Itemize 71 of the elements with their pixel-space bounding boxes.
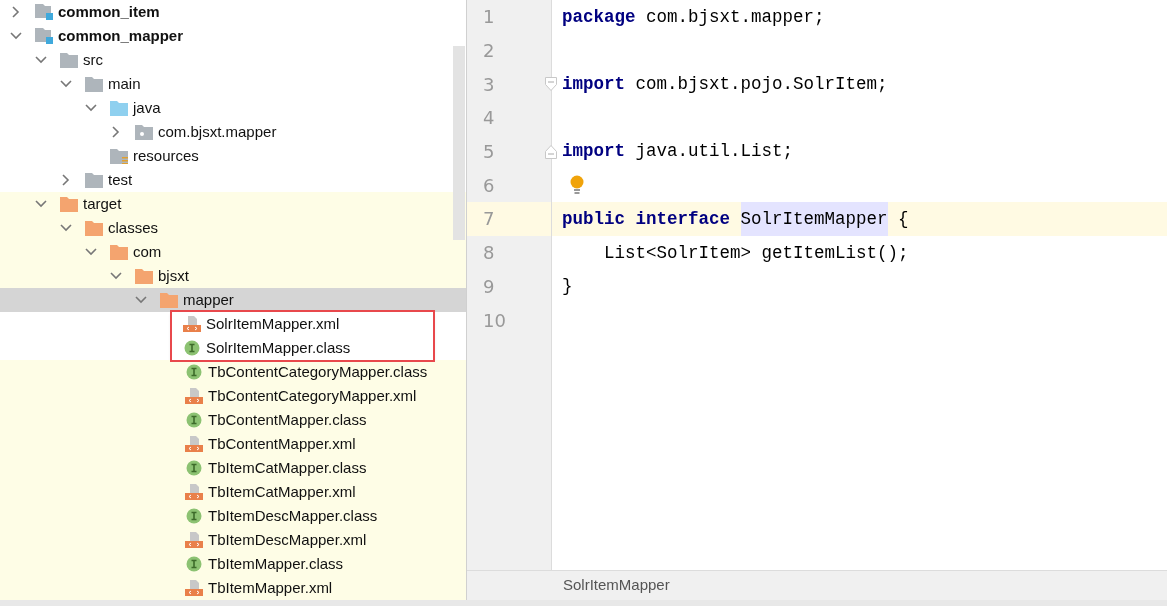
tree-item[interactable]: bjsxt — [0, 264, 466, 288]
interface-icon — [185, 508, 203, 524]
tree-item[interactable]: common_mapper — [0, 24, 466, 48]
tree-item[interactable]: resources — [0, 144, 466, 168]
line-number: 4 — [483, 106, 495, 131]
tree-item[interactable]: TbItemMapper.xml — [0, 576, 466, 600]
fold-marker-icon[interactable] — [545, 144, 557, 159]
xml-file-icon — [185, 436, 203, 452]
interface-icon — [183, 340, 201, 356]
folder-icon — [135, 268, 153, 284]
tree-item[interactable]: common_item — [0, 0, 466, 24]
tree-item[interactable]: target — [0, 192, 466, 216]
tree-item[interactable]: test — [0, 168, 466, 192]
fold-marker-icon[interactable] — [545, 77, 557, 92]
line-number: 7 — [483, 207, 495, 232]
code-line: package com.bjsxt.mapper; — [561, 5, 825, 29]
folder-icon — [85, 172, 103, 188]
line-number: 9 — [483, 274, 495, 299]
code-line: import com.bjsxt.pojo.SolrItem; — [561, 73, 888, 97]
xml-file-icon — [183, 316, 201, 332]
line-number: 2 — [483, 39, 495, 64]
line-number: 5 — [483, 140, 495, 165]
tree-item[interactable]: TbItemMapper.class — [0, 552, 466, 576]
tree-item[interactable]: com.bjsxt.mapper — [0, 120, 466, 144]
line-number: 3 — [483, 72, 495, 97]
folder-icon — [110, 244, 128, 260]
line-number: 10 — [483, 308, 506, 333]
xml-file-icon — [185, 580, 203, 596]
tree-item[interactable]: TbItemCatMapper.xml — [0, 480, 466, 504]
tree-item[interactable]: TbItemCatMapper.class — [0, 456, 466, 480]
folder-icon — [60, 52, 78, 68]
folder-icon — [110, 100, 128, 116]
tree-item[interactable]: SolrItemMapper.xml — [172, 312, 433, 336]
tree-item[interactable]: TbItemDescMapper.xml — [0, 528, 466, 552]
folder-icon — [85, 220, 103, 236]
line-number: 6 — [483, 173, 495, 198]
interface-icon — [185, 364, 203, 380]
tree-item[interactable]: TbContentCategoryMapper.xml — [0, 384, 466, 408]
module-folder-icon — [35, 28, 53, 44]
folder-icon — [85, 76, 103, 92]
tree-item[interactable]: classes — [0, 216, 466, 240]
breadcrumb[interactable]: SolrItemMapper — [467, 570, 1167, 600]
module-folder-icon — [35, 4, 53, 20]
tree-item[interactable]: main — [0, 72, 466, 96]
xml-file-icon — [185, 388, 203, 404]
folder-icon — [60, 196, 78, 212]
xml-file-icon — [185, 532, 203, 548]
scroll-thumb[interactable] — [453, 46, 465, 240]
tree-item[interactable]: com — [0, 240, 466, 264]
interface-icon — [185, 460, 203, 476]
code-line: } — [561, 275, 573, 299]
package-folder-icon — [135, 124, 153, 140]
tree-item[interactable]: java — [0, 96, 466, 120]
interface-icon — [185, 556, 203, 572]
line-number: 1 — [483, 5, 495, 30]
tree-item[interactable]: TbItemDescMapper.class — [0, 504, 466, 528]
tree-item[interactable]: src — [0, 48, 466, 72]
folder-icon — [160, 292, 178, 308]
tree-item[interactable]: TbContentMapper.class — [0, 408, 466, 432]
tree-item[interactable]: mapper — [0, 288, 466, 312]
interface-icon — [185, 412, 203, 428]
resources-folder-icon — [110, 148, 128, 164]
tree-item[interactable]: TbContentCategoryMapper.class — [0, 360, 466, 384]
code-line: import java.util.List; — [561, 140, 794, 164]
tree-item[interactable]: SolrItemMapper.class — [172, 336, 433, 360]
xml-file-icon — [185, 484, 203, 500]
code-line: List<SolrItem> getItemList(); — [603, 241, 909, 265]
lightbulb-icon[interactable] — [569, 175, 585, 196]
line-number: 8 — [483, 241, 495, 266]
tree-item[interactable]: TbContentMapper.xml — [0, 432, 466, 456]
code-line: public interface SolrItemMapper { — [552, 202, 909, 236]
